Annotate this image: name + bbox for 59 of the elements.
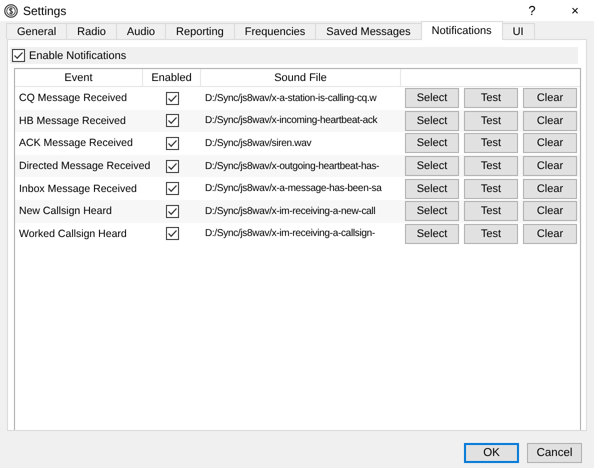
sound-file-cell-text: D:/Sync/js8wav/x-im-receiving-a-new-call — [204, 206, 376, 217]
tab[interactable]: UI — [502, 23, 535, 39]
event-cell-text: Worked Callsign Heard — [18, 228, 127, 240]
tab[interactable]: Notifications — [420, 21, 503, 40]
test-button[interactable]: Test — [464, 110, 518, 131]
clear-button[interactable]: Clear — [523, 133, 577, 154]
test-button[interactable]: Test — [464, 201, 518, 222]
select-button[interactable]: Select — [405, 178, 459, 199]
tab[interactable]: Frequencies — [234, 23, 316, 39]
checkbox-label: Enable Notifications — [29, 50, 126, 62]
test-button[interactable]: Test — [464, 224, 518, 244]
clear-button[interactable]: Clear — [523, 201, 577, 222]
close-button[interactable]: × — [556, 0, 594, 21]
app-logo-icon — [4, 4, 18, 18]
enabled-checkbox[interactable] — [166, 204, 178, 218]
sound-file-cell-text: D:/Sync/js8wav/x-outgoing-heartbeat-has- — [204, 160, 380, 172]
sound-file-cell-text: D:/Sync/js8wav/siren.wav — [204, 138, 312, 149]
column-header: Event — [15, 69, 143, 87]
enabled-checkbox[interactable] — [166, 114, 178, 128]
test-button[interactable]: Test — [464, 88, 518, 108]
sound-file-cell-text: D:/Sync/js8wav/x-im-receiving-a-callsign- — [204, 228, 375, 240]
sound-file-cell-text: D:/Sync/js8wav/x-a-message-has-been-sa — [204, 183, 382, 194]
enabled-checkbox[interactable] — [166, 136, 178, 150]
dialog-button[interactable]: Cancel — [527, 443, 582, 463]
enabled-checkbox[interactable] — [166, 160, 178, 173]
tab[interactable]: Reporting — [165, 23, 235, 39]
select-button[interactable]: Select — [405, 133, 459, 154]
clear-button[interactable]: Clear — [523, 156, 577, 176]
enabled-checkbox[interactable] — [166, 92, 178, 105]
event-cell-text: CQ Message Received — [18, 92, 127, 104]
clear-button[interactable]: Clear — [523, 110, 577, 131]
event-cell-text: ACK Message Received — [18, 137, 133, 150]
column-header: Sound File — [201, 69, 401, 87]
select-button[interactable]: Select — [405, 201, 459, 222]
enable-checkbox[interactable] — [12, 49, 25, 62]
dialog-button[interactable]: OK — [464, 443, 519, 463]
tab[interactable]: Saved Messages — [315, 23, 422, 39]
event-cell-text: Inbox Message Received — [18, 182, 137, 195]
column-header: Enabled — [143, 69, 201, 87]
tab[interactable]: General — [6, 23, 68, 39]
event-cell-text: New Callsign Heard — [18, 205, 112, 218]
clear-button[interactable]: Clear — [523, 88, 577, 108]
event-cell-text: Directed Message Received — [18, 160, 150, 172]
test-button[interactable]: Test — [464, 178, 518, 199]
enabled-checkbox[interactable] — [166, 227, 178, 240]
clear-button[interactable]: Clear — [523, 178, 577, 199]
window-title: Settings — [23, 4, 68, 18]
test-button[interactable]: Test — [464, 156, 518, 176]
clear-button[interactable]: Clear — [523, 224, 577, 244]
select-button[interactable]: Select — [405, 156, 459, 176]
event-cell-text: HB Message Received — [18, 114, 126, 127]
sound-file-cell-text: D:/Sync/js8wav/x-a-station-is-calling-cq.w — [204, 92, 376, 104]
select-button[interactable]: Select — [405, 88, 459, 108]
sound-file-cell-text: D:/Sync/js8wav/x-incoming-heartbeat-ack — [204, 115, 378, 126]
help-button[interactable]: ? — [513, 0, 551, 21]
test-button[interactable]: Test — [464, 133, 518, 154]
enabled-checkbox[interactable] — [166, 182, 178, 196]
select-button[interactable]: Select — [405, 224, 459, 244]
select-button[interactable]: Select — [405, 110, 459, 131]
